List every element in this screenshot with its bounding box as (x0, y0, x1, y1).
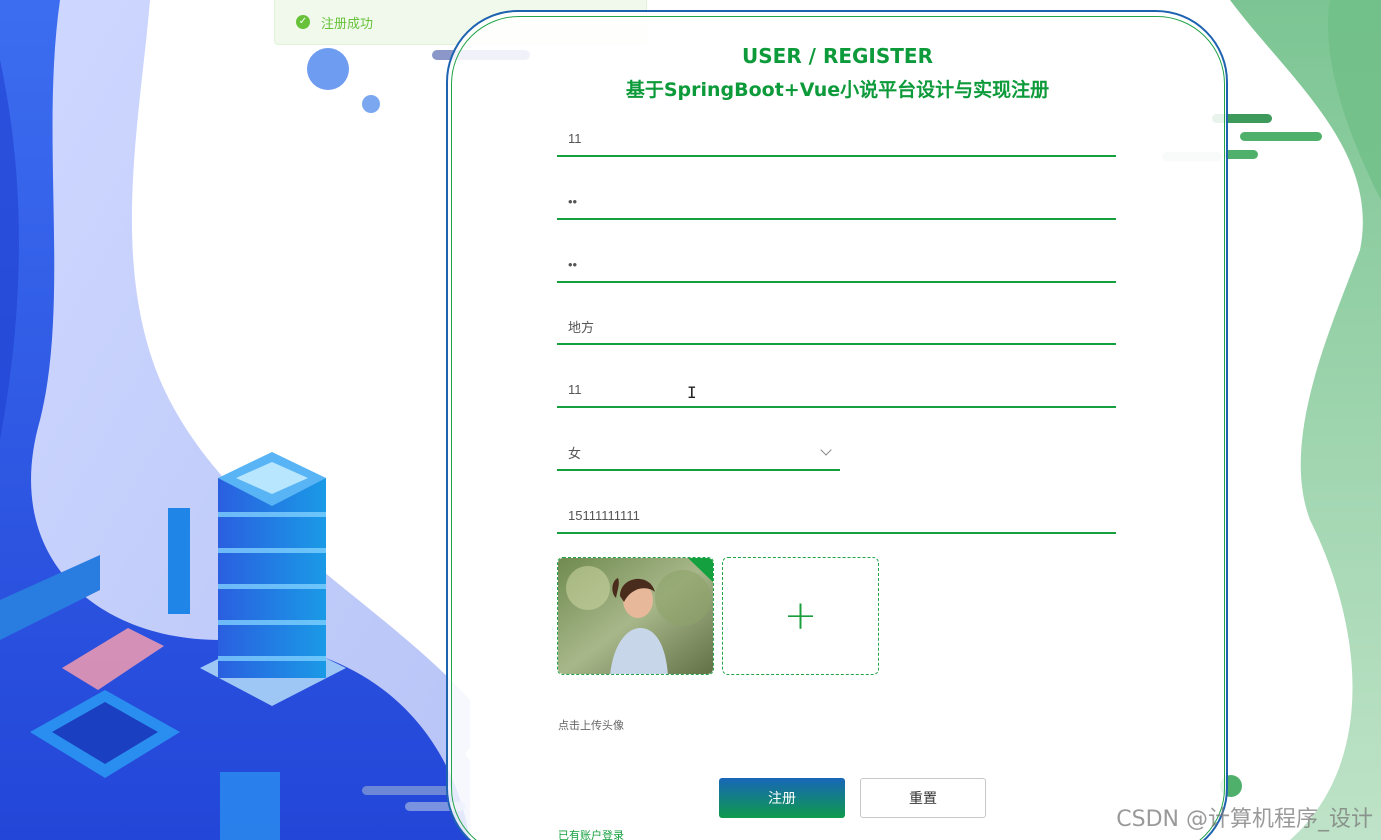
watermark-text: CSDN @计算机程序_设计 (1116, 807, 1373, 832)
phone-value: 15111111111 (568, 507, 640, 523)
confirm-password-value: •• (568, 256, 578, 272)
account-input[interactable]: 11 (557, 121, 1116, 157)
confirm-password-input[interactable]: •• (557, 247, 1116, 283)
age-input[interactable]: 11 (557, 372, 1116, 408)
upload-hint-text: 点击上传头像 (558, 719, 624, 732)
age-value: 11 (568, 381, 582, 397)
phone-input[interactable]: 15111111111 (557, 498, 1116, 534)
account-value: 11 (568, 130, 582, 146)
toast-message: 注册成功 (321, 16, 374, 32)
page-title-cn: 基于SpringBoot+Vue小说平台设计与实现注册 (625, 79, 1050, 101)
avatar-preview[interactable] (557, 557, 714, 675)
gender-value: 女 (568, 445, 582, 461)
password-value: •• (568, 193, 578, 209)
reset-button[interactable]: 重置 (860, 778, 986, 818)
plus-icon: + (783, 593, 818, 639)
text-cursor-icon: I (687, 383, 697, 402)
gender-select[interactable]: 女 (557, 435, 840, 471)
check-circle-icon: ✓ (296, 15, 310, 29)
chevron-down-icon (820, 444, 832, 456)
nickname-input[interactable]: 地方 (557, 309, 1116, 345)
nickname-value: 地方 (568, 319, 595, 335)
register-button[interactable]: 注册 (719, 778, 845, 818)
login-link[interactable]: 已有账户登录 (558, 827, 624, 840)
avatar-image (558, 558, 713, 674)
avatar-upload-button[interactable]: + (722, 557, 879, 675)
password-input[interactable]: •• (557, 184, 1116, 220)
page-title-en: USER / REGISTER (742, 44, 933, 68)
